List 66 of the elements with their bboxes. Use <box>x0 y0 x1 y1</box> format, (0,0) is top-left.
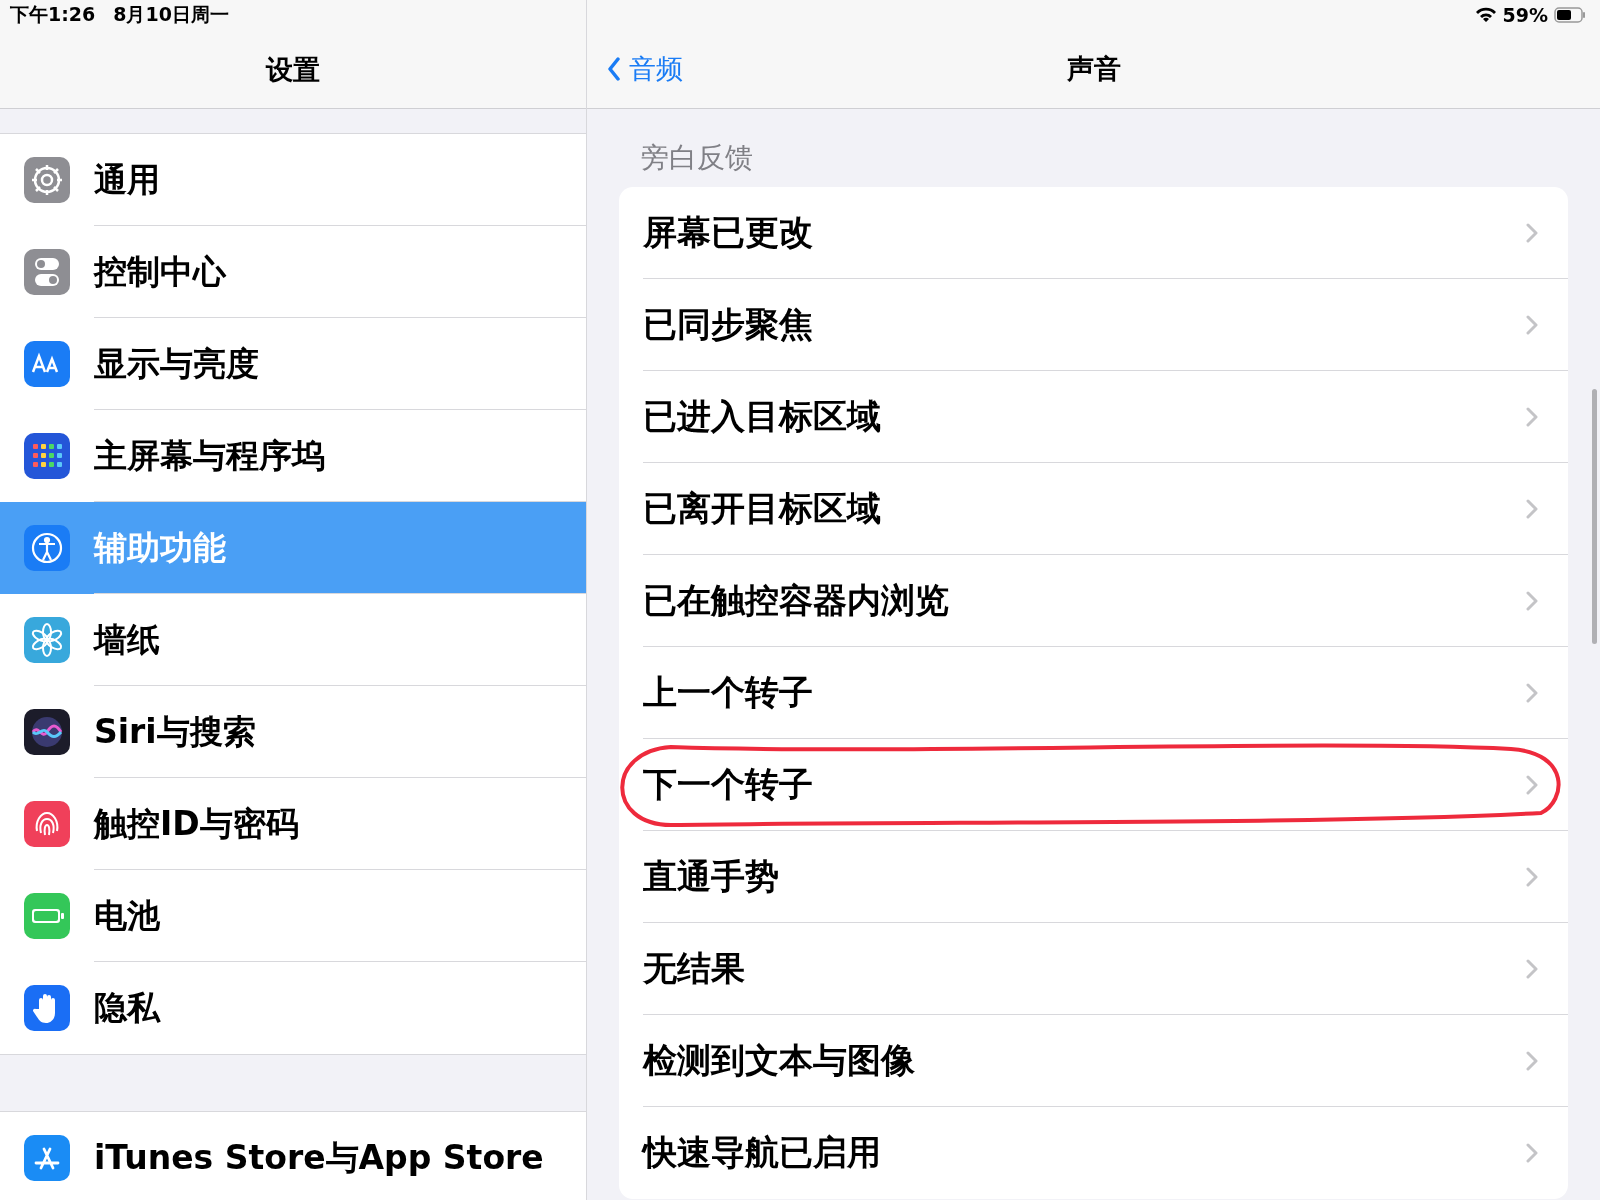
row-label: 已在触控容器内浏览 <box>643 579 949 622</box>
battery-icon <box>24 893 70 939</box>
battery-status-icon <box>1554 7 1586 23</box>
chevron-icon <box>1526 223 1538 243</box>
page-title: 声音 <box>1066 52 1121 86</box>
chevron-icon <box>1526 775 1538 795</box>
row-label: 屏幕已更改 <box>643 211 813 254</box>
flower-icon <box>24 617 70 663</box>
settings-row[interactable]: 上一个转子 <box>619 647 1568 739</box>
sidebar-label: 显示与亮度 <box>94 342 259 385</box>
row-label: 已离开目标区域 <box>643 487 881 530</box>
row-label: 已进入目标区域 <box>643 395 881 438</box>
row-label: 下一个转子 <box>643 763 813 806</box>
sidebar-label: 电池 <box>94 894 160 937</box>
chevron-icon <box>1526 407 1538 427</box>
status-date: 8月10日周一 <box>113 2 229 27</box>
gear-icon <box>24 157 70 203</box>
chevron-icon <box>1526 499 1538 519</box>
chevron-icon <box>1526 1051 1538 1071</box>
settings-row[interactable]: 已在触控容器内浏览 <box>619 555 1568 647</box>
settings-row[interactable]: 屏幕已更改 <box>619 187 1568 279</box>
sidebar-title: 设置 <box>264 53 321 87</box>
row-label: 检测到文本与图像 <box>643 1039 915 1082</box>
sidebar-label: Siri与搜索 <box>94 710 256 753</box>
settings-row[interactable]: 快速导航已启用 <box>619 1107 1568 1199</box>
sidebar-label: 控制中心 <box>94 250 226 293</box>
app-store-icon <box>24 1135 70 1181</box>
row-label: 直通手势 <box>643 855 779 898</box>
chevron-icon <box>1526 683 1538 703</box>
chevron-icon <box>1526 867 1538 887</box>
orb-icon <box>24 709 70 755</box>
section-header: 旁白反馈 <box>640 140 754 176</box>
battery-percentage: 59% <box>1502 4 1548 26</box>
settings-row[interactable]: 已同步聚焦 <box>619 279 1568 371</box>
sidebar-label: 隐私 <box>94 986 160 1029</box>
text-size-icon <box>24 341 70 387</box>
settings-row[interactable]: 直通手势 <box>619 831 1568 923</box>
grid-icon <box>24 433 70 479</box>
sidebar-label: 墙纸 <box>94 618 160 661</box>
row-label: 上一个转子 <box>643 671 813 714</box>
chevron-icon <box>1526 315 1538 335</box>
settings-row[interactable]: 无结果 <box>619 923 1568 1015</box>
settings-row[interactable]: 已离开目标区域 <box>619 463 1568 555</box>
chevron-icon <box>1526 591 1538 611</box>
hand-icon <box>24 985 70 1031</box>
sidebar-label: 辅助功能 <box>94 526 226 569</box>
accessibility-icon <box>24 525 70 571</box>
back-label: 音频 <box>629 52 683 86</box>
status-time: 下午1:26 <box>10 2 96 27</box>
chevron-icon <box>1526 1143 1538 1163</box>
sidebar-label: 触控ID与密码 <box>94 802 299 845</box>
sidebar-label: 通用 <box>94 158 160 201</box>
settings-row[interactable]: 已进入目标区域 <box>619 371 1568 463</box>
row-label: 已同步聚焦 <box>643 303 813 346</box>
wifi-icon <box>1474 7 1497 23</box>
toggles-icon <box>24 249 70 295</box>
fingerprint-icon <box>24 801 70 847</box>
sidebar-label: 主屏幕与程序坞 <box>94 434 325 477</box>
sidebar-label: iTunes Store与App Store <box>94 1136 544 1179</box>
back-chevron-icon <box>607 57 621 81</box>
settings-row[interactable]: 下一个转子 <box>619 739 1568 831</box>
back-button[interactable]: 音频 <box>607 51 683 87</box>
row-label: 快速导航已启用 <box>643 1131 881 1174</box>
settings-row[interactable]: 检测到文本与图像 <box>619 1015 1568 1107</box>
chevron-icon <box>1526 959 1538 979</box>
row-label: 无结果 <box>643 947 745 990</box>
